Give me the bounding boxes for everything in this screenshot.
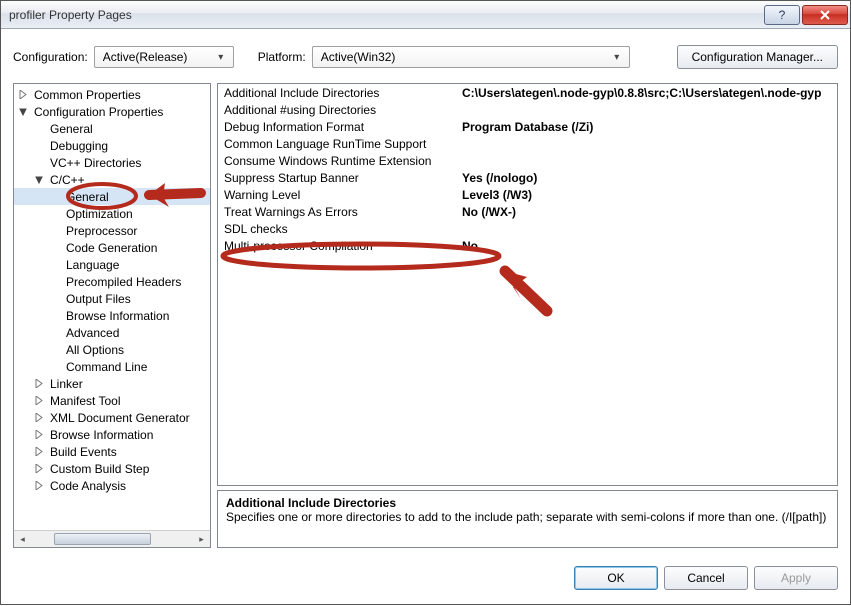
tree-item-build-events[interactable]: Build Events bbox=[14, 443, 210, 460]
property-name: Multi-processor Compilation bbox=[218, 237, 456, 254]
property-row[interactable]: Additional Include DirectoriesC:\Users\a… bbox=[218, 84, 837, 101]
property-row[interactable]: Common Language RunTime Support bbox=[218, 135, 837, 152]
property-row[interactable]: Consume Windows Runtime Extension bbox=[218, 152, 837, 169]
property-name: Additional Include Directories bbox=[218, 84, 456, 101]
window-title: profiler Property Pages bbox=[3, 8, 762, 22]
property-value[interactable] bbox=[456, 101, 837, 118]
property-row[interactable]: Debug Information FormatProgram Database… bbox=[218, 118, 837, 135]
tree-item-ccpp-language[interactable]: Language bbox=[14, 256, 210, 273]
property-value[interactable] bbox=[456, 220, 837, 237]
property-value[interactable]: No (/WX-) bbox=[456, 203, 837, 220]
tree-item-ccpp-precompiled-headers[interactable]: Precompiled Headers bbox=[14, 273, 210, 290]
property-row[interactable]: Multi-processor CompilationNo bbox=[218, 237, 837, 254]
tree-item-common-properties[interactable]: Common Properties bbox=[14, 86, 210, 103]
tree-horizontal-scrollbar[interactable]: ◂ ▸ bbox=[14, 530, 210, 547]
property-row[interactable]: Additional #using Directories bbox=[218, 101, 837, 118]
property-row[interactable]: Warning LevelLevel3 (/W3) bbox=[218, 186, 837, 203]
cancel-button[interactable]: Cancel bbox=[664, 566, 748, 590]
property-value[interactable] bbox=[456, 152, 837, 169]
tree-item-ccpp-code-generation[interactable]: Code Generation bbox=[14, 239, 210, 256]
configuration-manager-button[interactable]: Configuration Manager... bbox=[677, 45, 838, 69]
tree-item-ccpp-command-line[interactable]: Command Line bbox=[14, 358, 210, 375]
platform-select[interactable]: Active(Win32) ▾ bbox=[312, 46, 630, 68]
property-value[interactable]: C:\Users\ategen\.node-gyp\0.8.8\src;C:\U… bbox=[456, 84, 837, 101]
property-value[interactable]: Yes (/nologo) bbox=[456, 169, 837, 186]
tree-item-configuration-properties[interactable]: Configuration Properties bbox=[14, 103, 210, 120]
scroll-track[interactable] bbox=[31, 531, 193, 547]
help-button[interactable]: ? bbox=[764, 5, 800, 25]
property-value[interactable]: Program Database (/Zi) bbox=[456, 118, 837, 135]
property-row[interactable]: SDL checks bbox=[218, 220, 837, 237]
expand-collapsed-icon[interactable] bbox=[34, 480, 45, 491]
scroll-thumb[interactable] bbox=[54, 533, 151, 545]
tree-item-manifest-tool[interactable]: Manifest Tool bbox=[14, 392, 210, 409]
config-bar: Configuration: Active(Release) ▾ Platfor… bbox=[1, 29, 850, 83]
body: Common Properties Configuration Properti… bbox=[1, 83, 850, 556]
property-value[interactable] bbox=[456, 135, 837, 152]
tree-item-ccpp-advanced[interactable]: Advanced bbox=[14, 324, 210, 341]
property-name: Additional #using Directories bbox=[218, 101, 456, 118]
tree-item-ccpp-general[interactable]: General bbox=[14, 188, 210, 205]
property-name: Treat Warnings As Errors bbox=[218, 203, 456, 220]
tree-item-ccpp-preprocessor[interactable]: Preprocessor bbox=[14, 222, 210, 239]
scroll-right-icon[interactable]: ▸ bbox=[193, 531, 210, 547]
expand-collapsed-icon[interactable] bbox=[34, 395, 45, 406]
tree-item-ccpp[interactable]: C/C++ bbox=[14, 171, 210, 188]
expand-collapsed-icon[interactable] bbox=[34, 463, 45, 474]
property-value[interactable]: Level3 (/W3) bbox=[456, 186, 837, 203]
tree-item-vcpp-directories[interactable]: VC++ Directories bbox=[14, 154, 210, 171]
configuration-label: Configuration: bbox=[13, 50, 88, 64]
property-tree[interactable]: Common Properties Configuration Properti… bbox=[14, 84, 210, 530]
tree-item-debugging[interactable]: Debugging bbox=[14, 137, 210, 154]
property-name: Consume Windows Runtime Extension bbox=[218, 152, 456, 169]
description-body: Specifies one or more directories to add… bbox=[226, 510, 829, 524]
property-row[interactable]: Suppress Startup BannerYes (/nologo) bbox=[218, 169, 837, 186]
dialog-footer: OK Cancel Apply bbox=[1, 556, 850, 604]
expand-collapsed-icon[interactable] bbox=[34, 429, 45, 440]
tree-item-xml-document-generator[interactable]: XML Document Generator bbox=[14, 409, 210, 426]
tree-item-ccpp-output-files[interactable]: Output Files bbox=[14, 290, 210, 307]
configuration-select-value: Active(Release) bbox=[103, 50, 213, 64]
expand-collapsed-icon[interactable] bbox=[18, 89, 29, 100]
expand-expanded-icon[interactable] bbox=[18, 106, 29, 117]
platform-label: Platform: bbox=[258, 50, 306, 64]
description-panel: Additional Include Directories Specifies… bbox=[217, 490, 838, 548]
svg-text:?: ? bbox=[779, 9, 786, 21]
property-name: Suppress Startup Banner bbox=[218, 169, 456, 186]
property-pages-window: profiler Property Pages ? Configuration:… bbox=[0, 0, 851, 605]
property-name: Warning Level bbox=[218, 186, 456, 203]
chevron-down-icon: ▾ bbox=[213, 52, 229, 63]
property-name: Debug Information Format bbox=[218, 118, 456, 135]
property-name: Common Language RunTime Support bbox=[218, 135, 456, 152]
tree-item-general[interactable]: General bbox=[14, 120, 210, 137]
main-pane: Additional Include DirectoriesC:\Users\a… bbox=[217, 83, 838, 548]
tree-item-custom-build-step[interactable]: Custom Build Step bbox=[14, 460, 210, 477]
expand-collapsed-icon[interactable] bbox=[34, 412, 45, 423]
chevron-down-icon: ▾ bbox=[609, 52, 625, 63]
apply-button[interactable]: Apply bbox=[754, 566, 838, 590]
scroll-left-icon[interactable]: ◂ bbox=[14, 531, 31, 547]
tree-item-code-analysis[interactable]: Code Analysis bbox=[14, 477, 210, 494]
tree-item-ccpp-optimization[interactable]: Optimization bbox=[14, 205, 210, 222]
tree-pane: Common Properties Configuration Properti… bbox=[13, 83, 211, 548]
tree-item-ccpp-all-options[interactable]: All Options bbox=[14, 341, 210, 358]
property-value[interactable]: No bbox=[456, 237, 837, 254]
property-name: SDL checks bbox=[218, 220, 456, 237]
expand-collapsed-icon[interactable] bbox=[34, 446, 45, 457]
expand-collapsed-icon[interactable] bbox=[34, 378, 45, 389]
tree-item-browse-information[interactable]: Browse Information bbox=[14, 426, 210, 443]
description-heading: Additional Include Directories bbox=[226, 496, 829, 510]
titlebar: profiler Property Pages ? bbox=[1, 1, 850, 29]
tree-item-linker[interactable]: Linker bbox=[14, 375, 210, 392]
tree-item-ccpp-browse-information[interactable]: Browse Information bbox=[14, 307, 210, 324]
close-button[interactable] bbox=[802, 5, 848, 25]
configuration-select[interactable]: Active(Release) ▾ bbox=[94, 46, 234, 68]
expand-expanded-icon[interactable] bbox=[34, 174, 45, 185]
platform-select-value: Active(Win32) bbox=[321, 50, 609, 64]
property-row[interactable]: Treat Warnings As ErrorsNo (/WX-) bbox=[218, 203, 837, 220]
ok-button[interactable]: OK bbox=[574, 566, 658, 590]
property-grid[interactable]: Additional Include DirectoriesC:\Users\a… bbox=[217, 83, 838, 486]
